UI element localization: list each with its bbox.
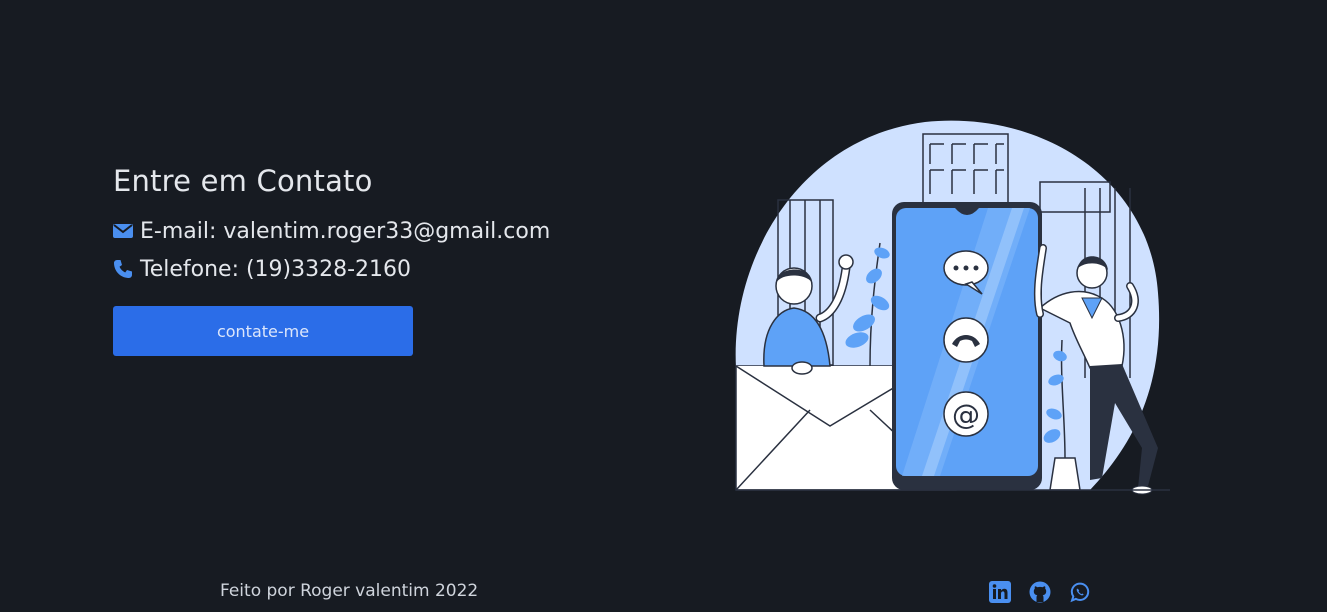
- phone-text: Telefone: (19)3328-2160: [140, 256, 412, 282]
- github-icon[interactable]: [1028, 580, 1052, 604]
- email-row: E-mail: valentim.roger33@gmail.com: [113, 212, 633, 250]
- contact-me-button[interactable]: contate-me: [113, 306, 413, 356]
- envelope-icon: [113, 220, 135, 242]
- at-sign-icon: @: [943, 391, 989, 437]
- svg-text:@: @: [952, 398, 980, 431]
- section-title: Entre em Contato: [113, 164, 373, 198]
- contact-section: Entre em Contato E-mail: valentim.roger3…: [113, 162, 633, 356]
- phone-icon: [113, 258, 135, 280]
- linkedin-icon[interactable]: [988, 580, 1012, 604]
- footer-credit: Feito por Roger valentim 2022: [220, 581, 479, 601]
- email-text: E-mail: valentim.roger33@gmail.com: [140, 218, 551, 244]
- phone-row: Telefone: (19)3328-2160: [113, 250, 633, 288]
- whatsapp-icon[interactable]: [1068, 580, 1092, 604]
- phone-handset-icon: [943, 317, 989, 363]
- contact-illustration: @: [730, 118, 1170, 502]
